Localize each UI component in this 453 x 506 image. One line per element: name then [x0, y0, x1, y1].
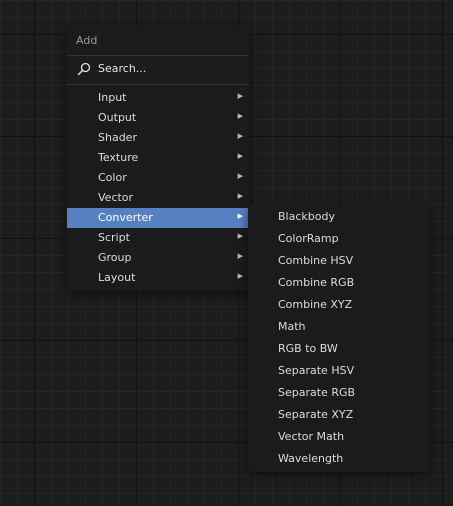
- submenu-item-label: RGB to BW: [278, 342, 338, 355]
- submenu-arrow-icon: ▶: [237, 232, 243, 240]
- menu-item-label: Group: [98, 251, 132, 264]
- menu-item-label: Converter: [98, 211, 153, 224]
- submenu-item-label: Separate XYZ: [278, 408, 354, 421]
- submenu-item-rgb-to-bw[interactable]: RGB to BW: [248, 339, 429, 359]
- menu-item-script[interactable]: Script ▶: [67, 228, 249, 248]
- menu-item-color[interactable]: Color ▶: [67, 168, 249, 188]
- menu-item-label: Vector: [98, 191, 134, 204]
- submenu-item-combine-xyz[interactable]: Combine XYZ: [248, 295, 429, 315]
- submenu-item-vector-math[interactable]: Vector Math: [248, 427, 429, 447]
- submenu-item-math[interactable]: Math: [248, 317, 429, 337]
- menu-item-converter[interactable]: Converter ▶: [67, 208, 249, 228]
- submenu-arrow-icon: ▶: [237, 212, 243, 220]
- menu-item-label: Color: [98, 171, 127, 184]
- submenu-item-label: Separate HSV: [278, 364, 355, 377]
- submenu-item-wavelength[interactable]: Wavelength: [248, 449, 429, 469]
- submenu-item-combine-hsv[interactable]: Combine HSV: [248, 251, 429, 271]
- submenu-item-label: Blackbody: [278, 210, 335, 223]
- menu-item-label: Script: [98, 231, 130, 244]
- menu-item-group[interactable]: Group ▶: [67, 248, 249, 268]
- submenu-arrow-icon: ▶: [237, 92, 243, 100]
- menu-item-label: Shader: [98, 131, 137, 144]
- submenu-item-label: Combine RGB: [278, 276, 355, 289]
- search-separator: [67, 84, 249, 85]
- submenu-arrow-icon: ▶: [237, 272, 243, 280]
- search-label: Search...: [98, 62, 147, 75]
- submenu-arrow-icon: ▶: [237, 172, 243, 180]
- submenu-item-blackbody[interactable]: Blackbody: [248, 207, 429, 227]
- submenu-item-separate-xyz[interactable]: Separate XYZ: [248, 405, 429, 425]
- submenu-item-label: Vector Math: [278, 430, 345, 443]
- search-icon: [77, 62, 91, 76]
- menu-item-label: Output: [98, 111, 137, 124]
- menu-item-texture[interactable]: Texture ▶: [67, 148, 249, 168]
- menu-item-label: Input: [98, 91, 127, 104]
- menu-item-vector[interactable]: Vector ▶: [67, 188, 249, 208]
- submenu-item-label: ColorRamp: [278, 232, 339, 245]
- submenu-arrow-icon: ▶: [237, 112, 243, 120]
- submenu-item-label: Wavelength: [278, 452, 344, 465]
- submenu-arrow-icon: ▶: [237, 252, 243, 260]
- submenu-item-separate-rgb[interactable]: Separate RGB: [248, 383, 429, 403]
- title-separator: [67, 55, 249, 56]
- submenu-arrow-icon: ▶: [237, 192, 243, 200]
- search-field[interactable]: Search...: [67, 59, 249, 79]
- menu-item-output[interactable]: Output ▶: [67, 108, 249, 128]
- menu-item-label: Layout: [98, 271, 136, 284]
- submenu-item-separate-hsv[interactable]: Separate HSV: [248, 361, 429, 381]
- submenu-item-label: Separate RGB: [278, 386, 356, 399]
- menu-title: Add: [76, 34, 98, 47]
- submenu-item-label: Combine XYZ: [278, 298, 353, 311]
- converter-submenu: Blackbody ColorRamp Combine HSV Combine …: [248, 205, 429, 472]
- submenu-item-colorramp[interactable]: ColorRamp: [248, 229, 429, 249]
- menu-item-shader[interactable]: Shader ▶: [67, 128, 249, 148]
- menu-item-label: Texture: [98, 151, 139, 164]
- submenu-item-label: Math: [278, 320, 306, 333]
- add-menu: Add Search... Input ▶ Output ▶ Shader ▶ …: [67, 25, 249, 291]
- submenu-item-combine-rgb[interactable]: Combine RGB: [248, 273, 429, 293]
- submenu-item-label: Combine HSV: [278, 254, 354, 267]
- submenu-arrow-icon: ▶: [237, 152, 243, 160]
- menu-item-input[interactable]: Input ▶: [67, 88, 249, 108]
- menu-item-layout[interactable]: Layout ▶: [67, 268, 249, 288]
- submenu-arrow-icon: ▶: [237, 132, 243, 140]
